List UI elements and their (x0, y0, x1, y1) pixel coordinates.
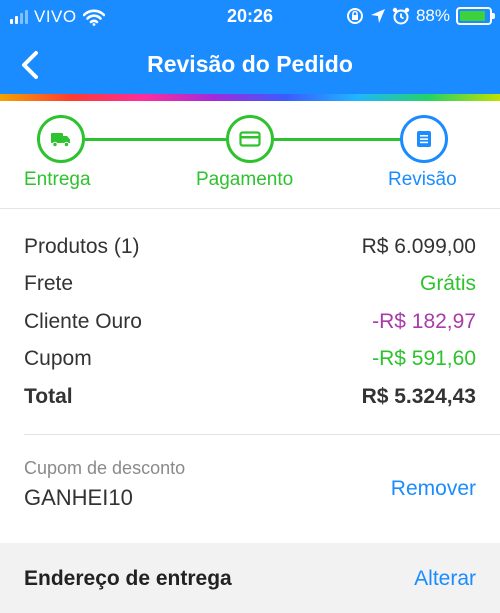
step-connector (274, 138, 401, 141)
summary-row-coupon: Cupom -R$ 591,60 (24, 341, 476, 379)
gold-value: -R$ 182,97 (372, 309, 476, 333)
summary-row-products: Produtos (1) R$ 6.099,00 (24, 228, 476, 266)
coupon-section: Cupom de desconto GANHEI10 Remover (24, 458, 476, 511)
battery-charging-icon (456, 7, 495, 25)
total-value: R$ 5.324,43 (361, 384, 476, 408)
summary-row-gold-discount: Cliente Ouro -R$ 182,97 (24, 303, 476, 341)
summary-row-total: Total R$ 5.324,43 (24, 378, 476, 416)
step-revisao[interactable] (400, 115, 448, 163)
step-label-pagamento: Pagamento (196, 169, 294, 190)
step-label-revisao: Revisão (388, 169, 457, 190)
products-value: R$ 6.099,00 (361, 234, 476, 258)
header: Revisão do Pedido (0, 36, 500, 94)
status-bar: VIVO 20:26 88% (0, 0, 500, 36)
address-title: Endereço de entrega (24, 567, 232, 590)
coupon-label: Cupom de desconto (24, 458, 186, 478)
alarm-icon (392, 7, 410, 25)
order-summary: Produtos (1) R$ 6.099,00 Frete Grátis Cl… (24, 228, 476, 416)
change-address-button[interactable]: Alterar (414, 567, 476, 591)
rainbow-divider (0, 94, 500, 101)
battery-percent: 88% (415, 6, 450, 25)
page-title: Revisão do Pedido (147, 51, 353, 77)
credit-card-icon (239, 131, 261, 147)
remove-coupon-button[interactable]: Remover (391, 477, 476, 501)
step-pagamento[interactable] (226, 115, 274, 163)
products-label: Produtos (1) (24, 234, 140, 258)
summary-row-shipping: Frete Grátis (24, 266, 476, 304)
step-entrega[interactable] (37, 115, 85, 163)
address-section: Endereço de entrega Alterar (0, 543, 500, 613)
document-icon (417, 131, 431, 147)
coupon-discount-value: -R$ 591,60 (372, 347, 476, 371)
coupon-discount-label: Cupom (24, 347, 92, 371)
gold-label: Cliente Ouro (24, 309, 142, 333)
location-icon (370, 9, 385, 23)
total-label: Total (24, 384, 73, 408)
truck-icon (51, 133, 70, 147)
step-label-entrega: Entrega (24, 169, 91, 190)
step-connector (85, 138, 228, 141)
divider (24, 434, 500, 435)
shipping-value: Grátis (419, 272, 476, 296)
lock-rotation-icon (346, 8, 363, 24)
checkout-stepper: Entrega Pagamento Revisão (0, 101, 500, 209)
shipping-label: Frete (24, 272, 74, 296)
status-right: 88% (346, 6, 495, 26)
